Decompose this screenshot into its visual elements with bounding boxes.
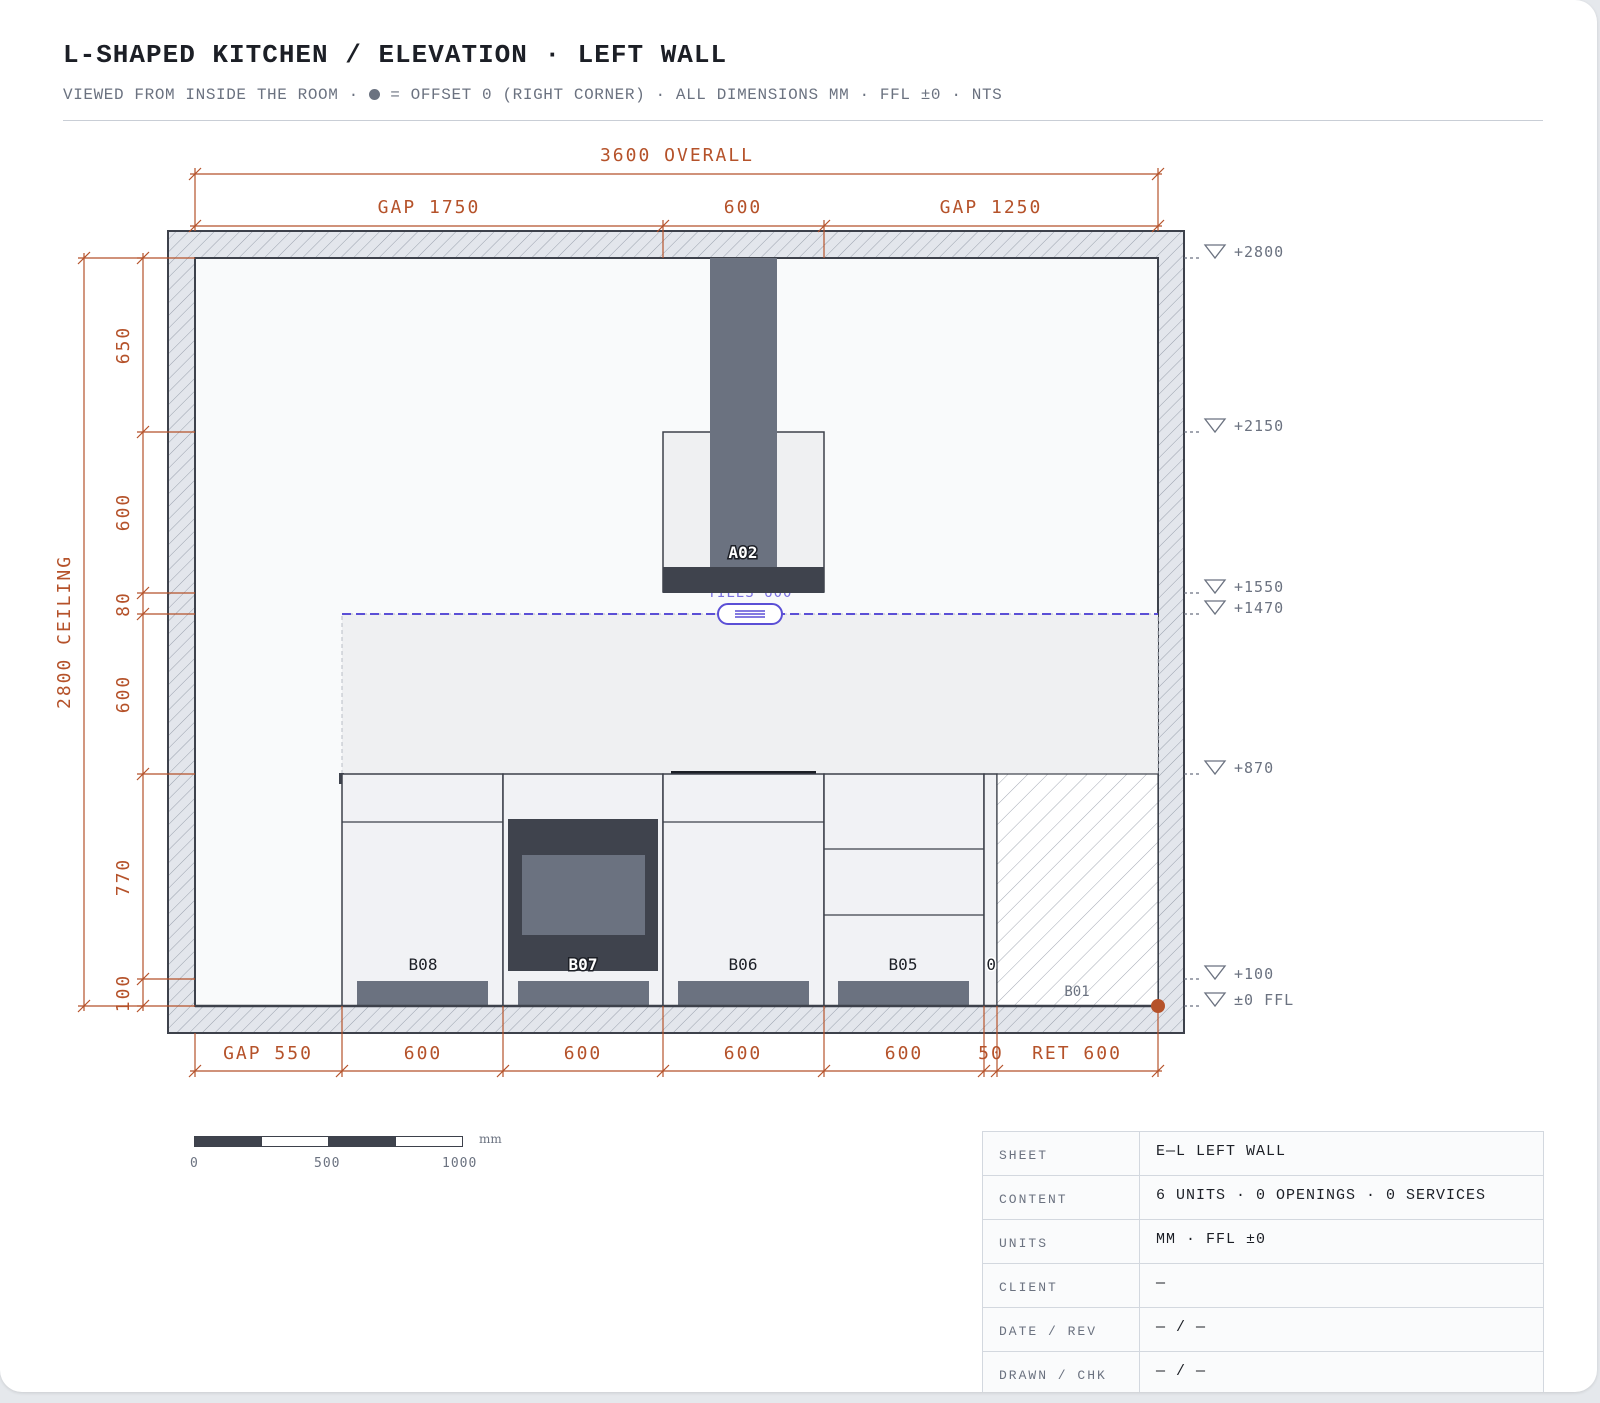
scale-tick: 500 <box>314 1156 341 1171</box>
title-block-value: MM · FFL ±0 <box>1139 1219 1544 1264</box>
scale-segment <box>328 1136 396 1147</box>
dim-bottom-filler: 50 <box>978 1043 1004 1064</box>
unit-label-a02: A02 <box>729 543 758 562</box>
title-block-value: — <box>1139 1263 1544 1308</box>
title-block-value: — / — <box>1139 1351 1544 1392</box>
base-unit-b05[interactable]: B05 <box>823 773 985 1007</box>
dim-top-hood: 600 <box>724 197 763 218</box>
title-block-row: DRAWN / CHK — / — <box>982 1351 1544 1392</box>
corner-return-b01[interactable]: B01 <box>996 773 1159 1007</box>
dim-bottom-b06: 600 <box>724 1043 763 1064</box>
title-block-value: — / — <box>1139 1307 1544 1352</box>
dim-vert-base: 770 <box>113 858 134 897</box>
unit-label-b07: B07 <box>569 955 598 974</box>
scale-tick: 0 <box>190 1156 199 1171</box>
dim-bottom-b05: 600 <box>885 1043 924 1064</box>
level-markers: +2800 +2150 +1550 +1470 +870 +100 ±0 FFL <box>1184 243 1294 1009</box>
title-block-key: DATE / REV <box>982 1307 1140 1352</box>
dim-top-gap-right: GAP 1250 <box>940 197 1043 218</box>
level-100: +100 <box>1234 965 1274 983</box>
dim-ceiling: 2800 CEILING <box>54 555 75 709</box>
title-block-row: CLIENT — <box>982 1263 1544 1308</box>
dim-bottom-b07: 600 <box>564 1043 603 1064</box>
dim-overall: 3600 OVERALL <box>600 145 754 166</box>
title-block-value: 6 UNITS · 0 OPENINGS · 0 SERVICES <box>1139 1175 1544 1220</box>
unit-label-b08: B08 <box>409 955 438 974</box>
elevation-drawing: TILES 600 A02 B08 B07 <box>54 145 1294 1078</box>
unit-label-b05: B05 <box>889 955 918 974</box>
scale-unit: mm <box>479 1132 502 1146</box>
dim-vert-hood: 600 <box>113 493 134 532</box>
dim-top-gap-left: GAP 1750 <box>378 197 481 218</box>
dim-vert-gap: 80 <box>113 591 134 617</box>
title-block-row: CONTENT 6 UNITS · 0 OPENINGS · 0 SERVICE… <box>982 1175 1544 1220</box>
base-unit-b08[interactable]: B08 <box>341 773 504 1007</box>
dim-vert-top: 650 <box>113 326 134 365</box>
unit-label-b06: B06 <box>729 955 758 974</box>
dim-bottom-return: RET 600 <box>1032 1043 1122 1064</box>
scale-segment <box>194 1136 262 1147</box>
drawing-sheet: L-SHAPED KITCHEN / ELEVATION · LEFT WALL… <box>0 0 1597 1392</box>
base-unit-b07[interactable]: B07 <box>502 773 664 1007</box>
base-unit-b06[interactable]: B06 <box>662 773 825 1007</box>
scale-segment <box>395 1136 463 1147</box>
level-2800: +2800 <box>1234 243 1284 261</box>
level-1550: +1550 <box>1234 578 1284 596</box>
title-block: SHEET E—L LEFT WALL CONTENT 6 UNITS · 0 … <box>982 1131 1544 1392</box>
title-block-key: CLIENT <box>982 1263 1140 1308</box>
level-870: +870 <box>1234 759 1274 777</box>
scale-tick: 1000 <box>442 1156 478 1171</box>
level-2150: +2150 <box>1234 417 1284 435</box>
dim-bottom-b08: 600 <box>404 1043 443 1064</box>
title-block-value: E—L LEFT WALL <box>1139 1131 1544 1176</box>
title-block-row: DATE / REV — / — <box>982 1307 1544 1352</box>
dim-vert-plinth: 100 <box>113 974 134 1013</box>
dim-vert-splash: 600 <box>113 675 134 714</box>
title-block-key: DRAWN / CHK <box>982 1351 1140 1392</box>
title-block-key: SHEET <box>982 1131 1140 1176</box>
title-block-row: UNITS MM · FFL ±0 <box>982 1219 1544 1264</box>
title-block-key: CONTENT <box>982 1175 1140 1220</box>
level-ffl: ±0 FFL <box>1234 991 1294 1009</box>
unit-label-b01: B01 <box>1064 984 1089 1000</box>
dim-bottom-gap: GAP 550 <box>223 1043 313 1064</box>
title-block-row: SHEET E—L LEFT WALL <box>982 1131 1544 1176</box>
scale-segment <box>261 1136 329 1147</box>
scale-bar: 0 500 1000 mm <box>190 1132 524 1186</box>
title-block-key: UNITS <box>982 1219 1140 1264</box>
level-1470: +1470 <box>1234 599 1284 617</box>
